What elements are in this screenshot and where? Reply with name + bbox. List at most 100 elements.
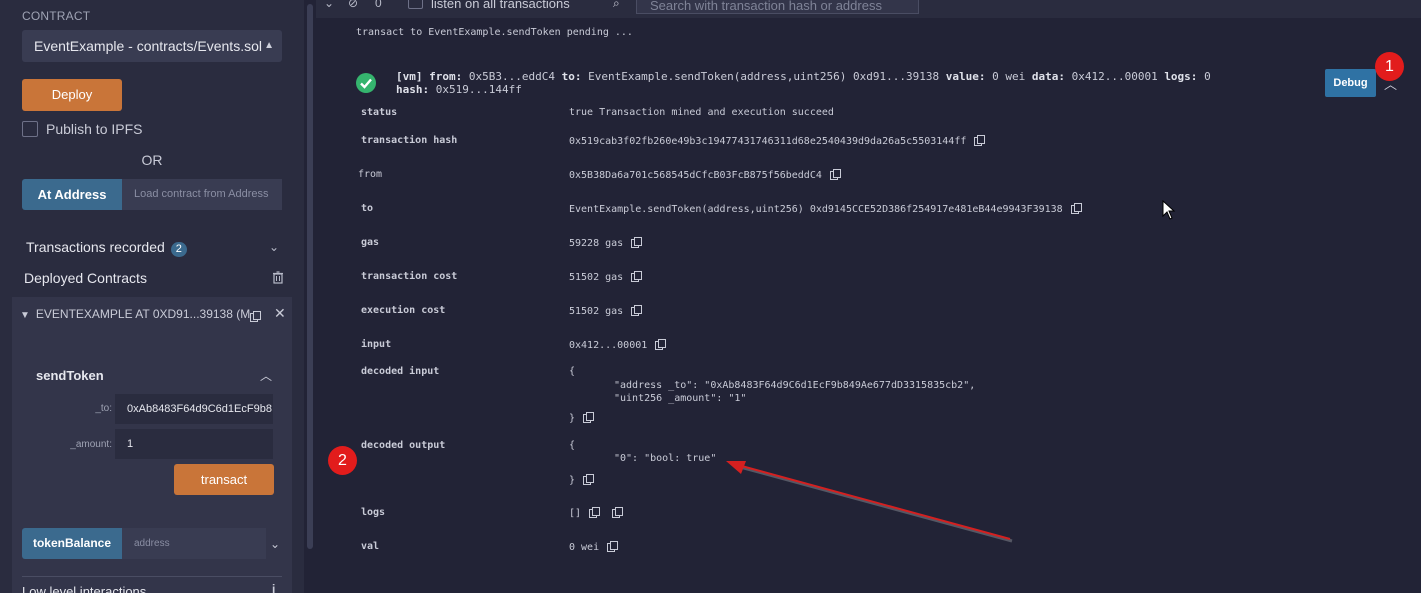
- logs-key: logs: [361, 507, 386, 518]
- annotation-arrow: [726, 461, 1013, 543]
- decoded-output-close: }: [569, 475, 576, 486]
- param-amount-input[interactable]: 1: [115, 429, 273, 459]
- to-key: to:: [561, 70, 582, 83]
- copy-icon[interactable]: [607, 541, 619, 552]
- collapse-terminal-icon[interactable]: ⌄: [324, 0, 334, 10]
- info-icon[interactable]: i: [272, 582, 275, 593]
- gas-row: 59228 gas: [569, 237, 643, 249]
- instance-header[interactable]: ▼ EVENTEXAMPLE AT 0XD91...39138 (M: [20, 307, 250, 321]
- logs-row: []: [569, 507, 624, 519]
- data-value: 0x412...00001: [1071, 70, 1158, 83]
- status-value: true Transaction mined and execution suc…: [569, 107, 834, 118]
- hash-key: hash:: [396, 83, 430, 96]
- decoded-input-close-row: }: [569, 412, 595, 424]
- at-address-input[interactable]: Load contract from Address: [122, 179, 282, 210]
- value-key: value:: [945, 70, 986, 83]
- transaction-cost-key: transaction cost: [361, 271, 458, 282]
- param-to-input[interactable]: 0xAb8483F64d9C6d1EcF9b8: [115, 394, 273, 424]
- logs-value: []: [569, 508, 582, 519]
- copy-icon[interactable]: [250, 311, 261, 322]
- decoded-output-line1: "0": "bool: true": [614, 453, 717, 464]
- search-icon: ⌕: [613, 0, 620, 10]
- val-key: val: [361, 541, 380, 552]
- contract-select[interactable]: EventExample - contracts/Events.sol ▲: [22, 30, 282, 62]
- from-value: 0x5B3...eddC4: [468, 70, 555, 83]
- decoded-input-key: decoded input: [361, 366, 440, 377]
- tx-hash-key: transaction hash: [361, 135, 458, 146]
- logs-value: 0: [1204, 70, 1211, 83]
- transactions-count-badge: 2: [170, 242, 187, 257]
- search-input[interactable]: Search with transaction hash or address: [636, 0, 919, 14]
- copy-icon[interactable]: [612, 507, 624, 518]
- trash-icon[interactable]: [272, 271, 284, 284]
- at-address-button[interactable]: At Address: [22, 179, 122, 210]
- scrollbar-thumb[interactable]: [307, 4, 313, 549]
- transactions-recorded-label: Transactions recorded: [26, 239, 165, 255]
- function-name: sendToken: [36, 368, 104, 383]
- chevron-down-icon[interactable]: ⌄: [270, 537, 280, 551]
- tx-hash-line: hash: 0x519...144ff: [396, 83, 522, 96]
- debug-button[interactable]: Debug: [1325, 69, 1376, 97]
- val-row: 0 wei: [569, 541, 619, 553]
- from-value: 0x5B38Da6a701c568545dCfcB03FcB875f56bedd…: [569, 170, 822, 181]
- copy-icon[interactable]: [631, 237, 643, 248]
- mouse-cursor-icon: [1162, 200, 1176, 220]
- gas-key: gas: [361, 237, 380, 248]
- token-balance-input[interactable]: address: [122, 528, 266, 559]
- from-key: from: [358, 169, 383, 180]
- pending-count: 0: [375, 0, 382, 10]
- to-value: EventExample.sendToken(address,uint256) …: [588, 70, 940, 83]
- value-value: 0 wei: [992, 70, 1026, 83]
- publish-ipfs-checkbox[interactable]: [22, 121, 38, 137]
- chevron-down-icon[interactable]: ⌄: [269, 240, 279, 254]
- listen-checkbox[interactable]: [408, 0, 423, 9]
- copy-icon[interactable]: [974, 135, 986, 146]
- decoded-output-close-row: }: [569, 474, 595, 486]
- execution-cost-row: 51502 gas: [569, 305, 643, 317]
- sidebar-scrollbar[interactable]: [304, 0, 316, 593]
- copy-icon[interactable]: [589, 507, 601, 518]
- success-check-icon: [356, 73, 376, 93]
- copy-icon[interactable]: [631, 305, 643, 316]
- close-icon[interactable]: ✕: [274, 305, 286, 322]
- tx-summary[interactable]: [vm] from: 0x5B3...eddC4 to: EventExampl…: [396, 70, 1211, 83]
- copy-icon[interactable]: [631, 271, 643, 282]
- contract-label: CONTRACT: [22, 9, 91, 23]
- decoded-output-open: {: [569, 440, 576, 451]
- status-key: status: [361, 107, 398, 118]
- copy-icon[interactable]: [655, 339, 667, 350]
- deployed-instance: ▼ EVENTEXAMPLE AT 0XD91...39138 (M ✕ send…: [12, 297, 292, 593]
- decoded-input-close: }: [569, 413, 576, 424]
- low-level-interactions-label: Low level interactions: [22, 584, 147, 593]
- decoded-input-line1: "address _to": "0xAb8483F64d9C6d1EcF9b84…: [614, 380, 976, 391]
- input-row: 0x412...00001: [569, 339, 667, 351]
- tx-hash-row: 0x519cab3f02fb260e49b3c19477431746311d68…: [569, 135, 986, 147]
- transact-button[interactable]: transact: [174, 464, 274, 495]
- copy-icon[interactable]: [583, 412, 595, 423]
- input-value: 0x412...00001: [569, 340, 648, 351]
- token-balance-button[interactable]: tokenBalance: [22, 528, 122, 559]
- execution-cost-key: execution cost: [361, 305, 446, 316]
- copy-icon[interactable]: [1070, 203, 1082, 214]
- clear-icon[interactable]: ⊘: [348, 0, 358, 10]
- chevron-up-icon[interactable]: ︿: [260, 367, 272, 384]
- contract-select-value: EventExample - contracts/Events.sol: [34, 38, 262, 54]
- pending-line: transact to EventExample.sendToken pendi…: [356, 27, 633, 38]
- copy-icon[interactable]: [583, 474, 595, 485]
- annotation-marker-1: 1: [1375, 52, 1404, 81]
- tx-hash-value: 0x519cab3f02fb260e49b3c19477431746311d68…: [569, 136, 967, 147]
- to-value: EventExample.sendToken(address,uint256) …: [569, 204, 1063, 215]
- from-row: 0x5B38Da6a701c568545dCfcB03FcB875f56bedd…: [569, 169, 841, 181]
- decoded-output-key: decoded output: [361, 440, 446, 451]
- from-key: from:: [429, 70, 463, 83]
- transactions-recorded[interactable]: Transactions recorded 2: [26, 239, 187, 257]
- input-key: input: [361, 339, 392, 350]
- decoded-input-line2: "uint256 _amount": "1": [614, 393, 747, 404]
- param-amount-label: _amount:: [70, 439, 112, 450]
- deploy-button[interactable]: Deploy: [22, 79, 122, 111]
- terminal-toolbar: ⌄ ⊘ 0 listen on all transactions ⌕ Searc…: [316, 0, 1421, 18]
- copy-icon[interactable]: [829, 169, 841, 180]
- publish-ipfs-label: Publish to IPFS: [46, 121, 143, 137]
- data-key: data:: [1031, 70, 1065, 83]
- deploy-run-panel: CONTRACT EventExample - contracts/Events…: [0, 0, 304, 593]
